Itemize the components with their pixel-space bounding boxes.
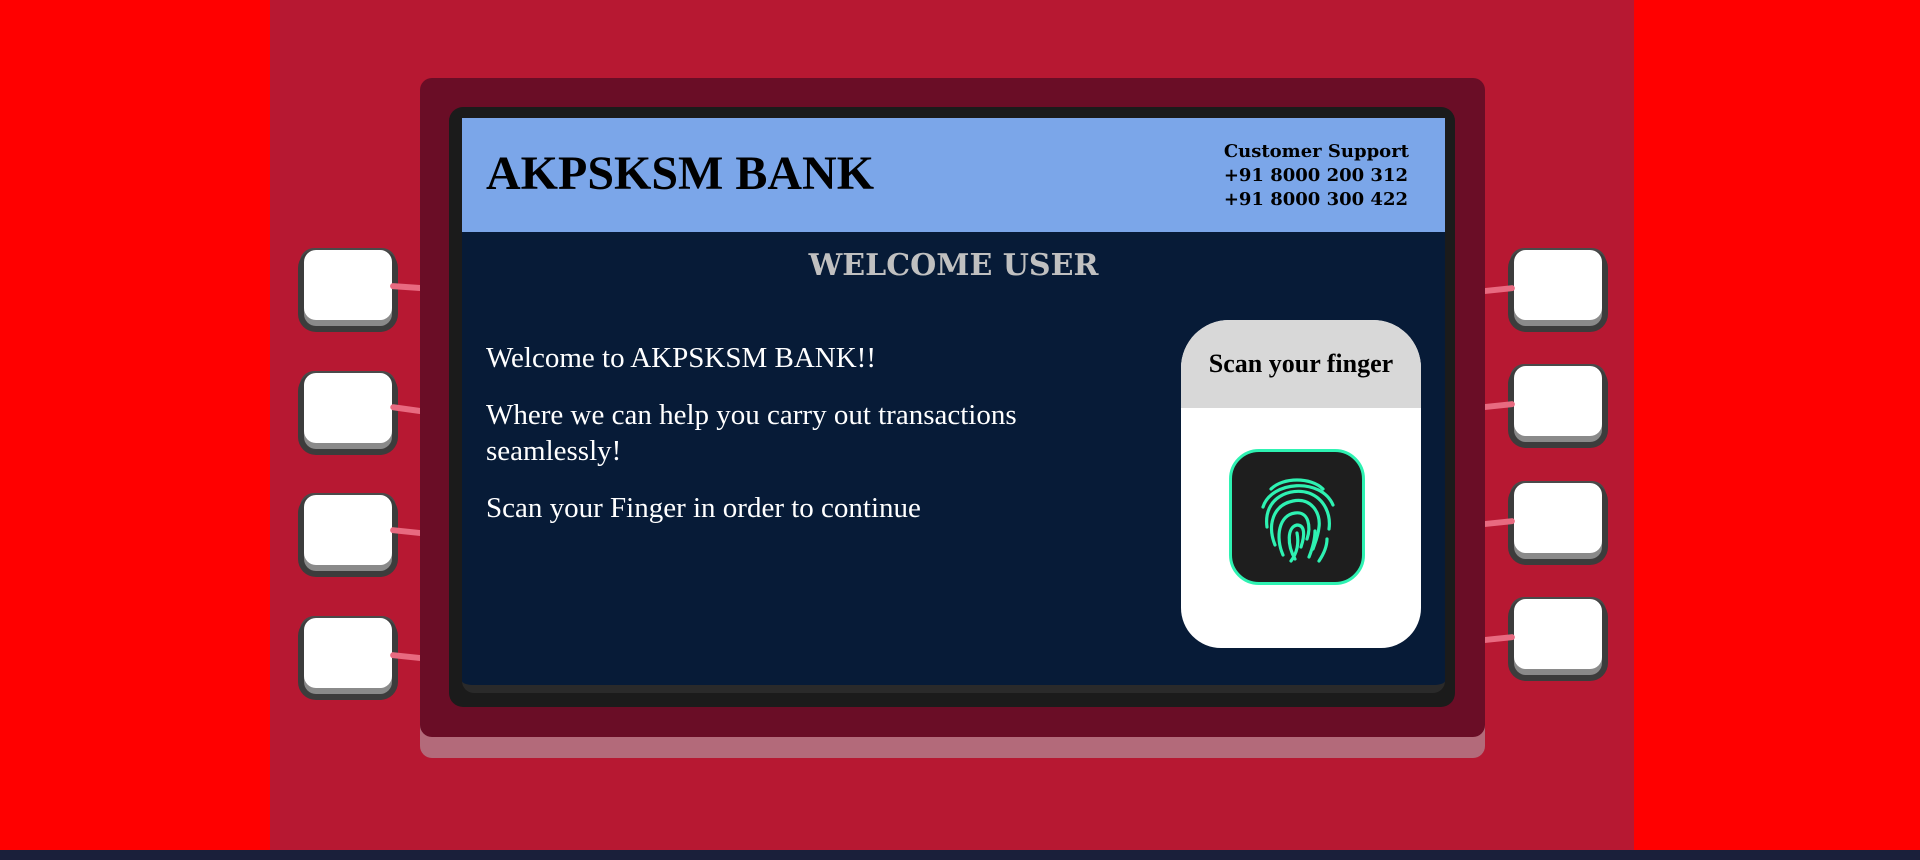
fingerprint-icon [1261, 478, 1335, 563]
right-key-1[interactable] [1514, 250, 1602, 320]
support-phone-2: +91 8000 300 422 [1223, 189, 1408, 210]
welcome-messages: Welcome to AKPSKSM BANK!! Where we can h… [486, 340, 1106, 547]
welcome-line-2: Where we can help you carry out transact… [486, 399, 1017, 467]
fingerprint-scan-button[interactable] [1229, 449, 1365, 585]
bank-name: AKPSKSM BANK [486, 147, 875, 200]
left-key-3[interactable] [304, 495, 392, 565]
right-key-2[interactable] [1514, 366, 1602, 436]
welcome-line-3: Scan your Finger in order to continue [486, 492, 921, 524]
welcome-line-1: Welcome to AKPSKSM BANK!! [486, 342, 876, 374]
right-key-4[interactable] [1514, 599, 1602, 669]
fingerprint-scanner-card: Scan your finger [1181, 320, 1421, 648]
support-title: Customer Support [1223, 141, 1409, 162]
taskbar [0, 850, 1920, 860]
right-key-3[interactable] [1514, 483, 1602, 553]
support-phone-1: +91 8000 200 312 [1223, 165, 1408, 186]
customer-support: Customer Support +91 8000 200 312 +91 80… [1224, 140, 1409, 212]
scanner-title: Scan your finger [1181, 320, 1421, 408]
atm-screen: AKPSKSM BANK Customer Support +91 8000 2… [462, 118, 1445, 693]
left-key-1[interactable] [304, 250, 392, 320]
left-key-4[interactable] [304, 618, 392, 688]
welcome-title: WELCOME USER [808, 248, 1099, 283]
left-key-2[interactable] [304, 373, 392, 443]
bank-header: AKPSKSM BANK Customer Support +91 8000 2… [462, 118, 1445, 232]
